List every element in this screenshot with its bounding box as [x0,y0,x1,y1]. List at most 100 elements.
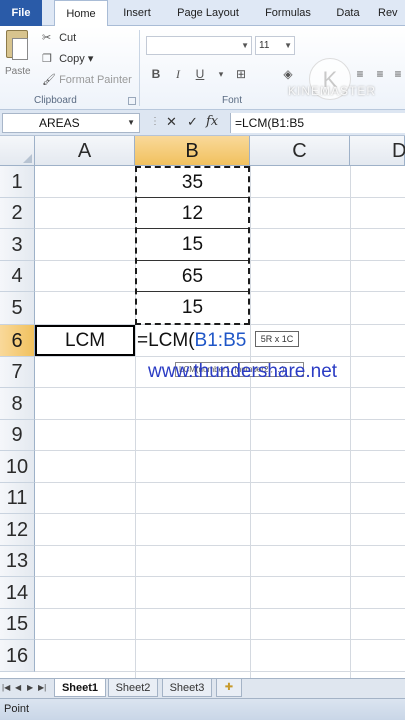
copy-icon: ❐ [42,53,52,65]
gridline [350,166,351,678]
thundershare-watermark: www.thundershare.net [148,361,338,382]
ribbon-home: Paste ✂ Cut ❐ Copy ▾ 🖌 Format Painter Cl… [0,26,405,110]
formula-bar: AREAS ▼ ⋮ ✕ ✓ fx =LCM(B1:B5 [0,110,405,136]
row-header-12[interactable]: 12 [0,514,35,546]
gridline [35,671,405,672]
format-painter-label: Format Painter [59,74,132,86]
row-header-11[interactable]: 11 [0,483,35,514]
align-center-icon[interactable]: ≡ [352,66,368,82]
scissors-icon: ✂ [42,32,52,44]
column-header-d[interactable]: D [350,136,405,166]
gridline [250,166,251,678]
tab-data[interactable]: Data [330,0,366,26]
name-box[interactable]: AREAS ▼ [2,113,140,133]
gridline [35,576,405,577]
tab-file[interactable]: File [0,0,42,26]
sheet-tab-sheet3[interactable]: Sheet3 [162,679,212,697]
gridline [35,608,405,609]
formula-prefix: =LCM( [137,330,195,351]
underline-button[interactable]: U [192,66,208,82]
tab-formulas[interactable]: Formulas [258,0,318,26]
row-header-5[interactable]: 5 [0,292,35,325]
formula-buttons: ⋮ ✕ ✓ fx [150,113,226,133]
formula-range-ref: B1:B5 [194,330,247,351]
cell-b2[interactable]: 12 [135,198,250,228]
fill-color-icon[interactable]: ◈ [280,66,296,82]
gridline [35,450,405,451]
next-sheet-icon[interactable]: ▶ [27,683,33,692]
sheet-tab-bar: |◀ ◀ ▶ ▶| Sheet1 Sheet2 Sheet3 ✚ [0,678,405,698]
cell-b5[interactable]: 15 [135,292,250,324]
cell-b3[interactable]: 15 [135,229,250,260]
tab-review[interactable]: Rev [378,0,405,26]
ribbon-tab-bar: File Home Insert Page Layout Formulas Da… [0,0,405,27]
clipboard-dialog-launcher[interactable] [128,97,136,105]
select-all-corner[interactable] [0,136,35,166]
tab-page-layout[interactable]: Page Layout [170,0,246,26]
font-size-box[interactable]: 11 ▼ [255,36,295,55]
paste-label: Paste [5,66,31,77]
prev-sheet-icon[interactable]: ◀ [15,683,21,692]
resize-grip-icon[interactable]: ⋮ [150,116,160,127]
row-header-2[interactable]: 2 [0,198,35,229]
italic-button[interactable]: I [170,66,186,82]
insert-sheet-icon[interactable]: ✚ [216,679,242,697]
column-header-b[interactable]: B [135,136,250,166]
formula-input[interactable]: =LCM(B1:B5 [230,113,405,133]
sheet-tab-sheet1[interactable]: Sheet1 [54,679,106,697]
font-name-box[interactable]: ▼ [146,36,252,55]
row-header-1[interactable]: 1 [0,166,35,198]
clipboard-group-label: Clipboard [34,95,77,106]
group-separator [139,30,140,106]
font-group-label: Font [222,95,243,106]
row-header-10[interactable]: 10 [0,451,35,483]
row-header-4[interactable]: 4 [0,261,35,292]
format-painter-button[interactable]: 🖌 Format Painter [42,72,132,88]
font-size-value: 11 [259,40,270,51]
chevron-down-icon: ▼ [241,41,249,50]
status-bar: Point [0,698,405,720]
cell-b6-editing[interactable]: =LCM(B1:B5 [136,327,247,355]
tab-home[interactable]: Home [54,0,108,27]
chevron-down-icon: ▼ [284,41,292,50]
row-header-8[interactable]: 8 [0,388,35,420]
cell-b1[interactable]: 35 [135,166,250,197]
cell-a6[interactable]: LCM [35,325,135,356]
gridline [35,513,405,514]
cut-button[interactable]: ✂ Cut [42,30,76,46]
bold-button[interactable]: B [148,66,164,82]
cell-b4[interactable]: 65 [135,261,250,291]
row-header-14[interactable]: 14 [0,577,35,609]
borders-icon[interactable]: ⊞ [233,66,249,82]
align-right-icon[interactable]: ≡ [372,66,388,82]
tab-insert[interactable]: Insert [115,0,159,26]
gridline [35,482,405,483]
paintbrush-icon: 🖌 [42,74,56,86]
gridline [35,387,405,388]
row-header-9[interactable]: 9 [0,420,35,451]
column-header-c[interactable]: C [250,136,350,166]
cancel-icon[interactable]: ✕ [166,114,177,130]
column-header-a[interactable]: A [35,136,135,166]
paste-button[interactable]: Paste [3,30,31,88]
insert-function-icon[interactable]: fx [206,114,218,129]
row-header-3[interactable]: 3 [0,229,35,261]
first-sheet-icon[interactable]: |◀ [2,683,10,692]
kinemaster-watermark: KINEMASTER [288,84,377,98]
row-header-7[interactable]: 7 [0,357,35,388]
row-header-6[interactable]: 6 [0,325,35,357]
copy-dropdown[interactable]: ▾ [88,53,94,65]
copy-button[interactable]: ❐ Copy ▾ [42,51,93,67]
gridline [35,419,405,420]
underline-dropdown[interactable]: ▾ [213,66,229,82]
row-header-15[interactable]: 15 [0,609,35,640]
status-mode: Point [4,703,30,715]
sheet-tab-sheet2[interactable]: Sheet2 [108,679,158,697]
row-header-16[interactable]: 16 [0,640,35,672]
cut-label: Cut [59,32,77,44]
range-size-tooltip: 5R x 1C [255,331,299,347]
row-header-13[interactable]: 13 [0,546,35,577]
align-justify-icon[interactable]: ≡ [390,66,405,82]
last-sheet-icon[interactable]: ▶| [38,683,46,692]
enter-icon[interactable]: ✓ [187,114,198,130]
